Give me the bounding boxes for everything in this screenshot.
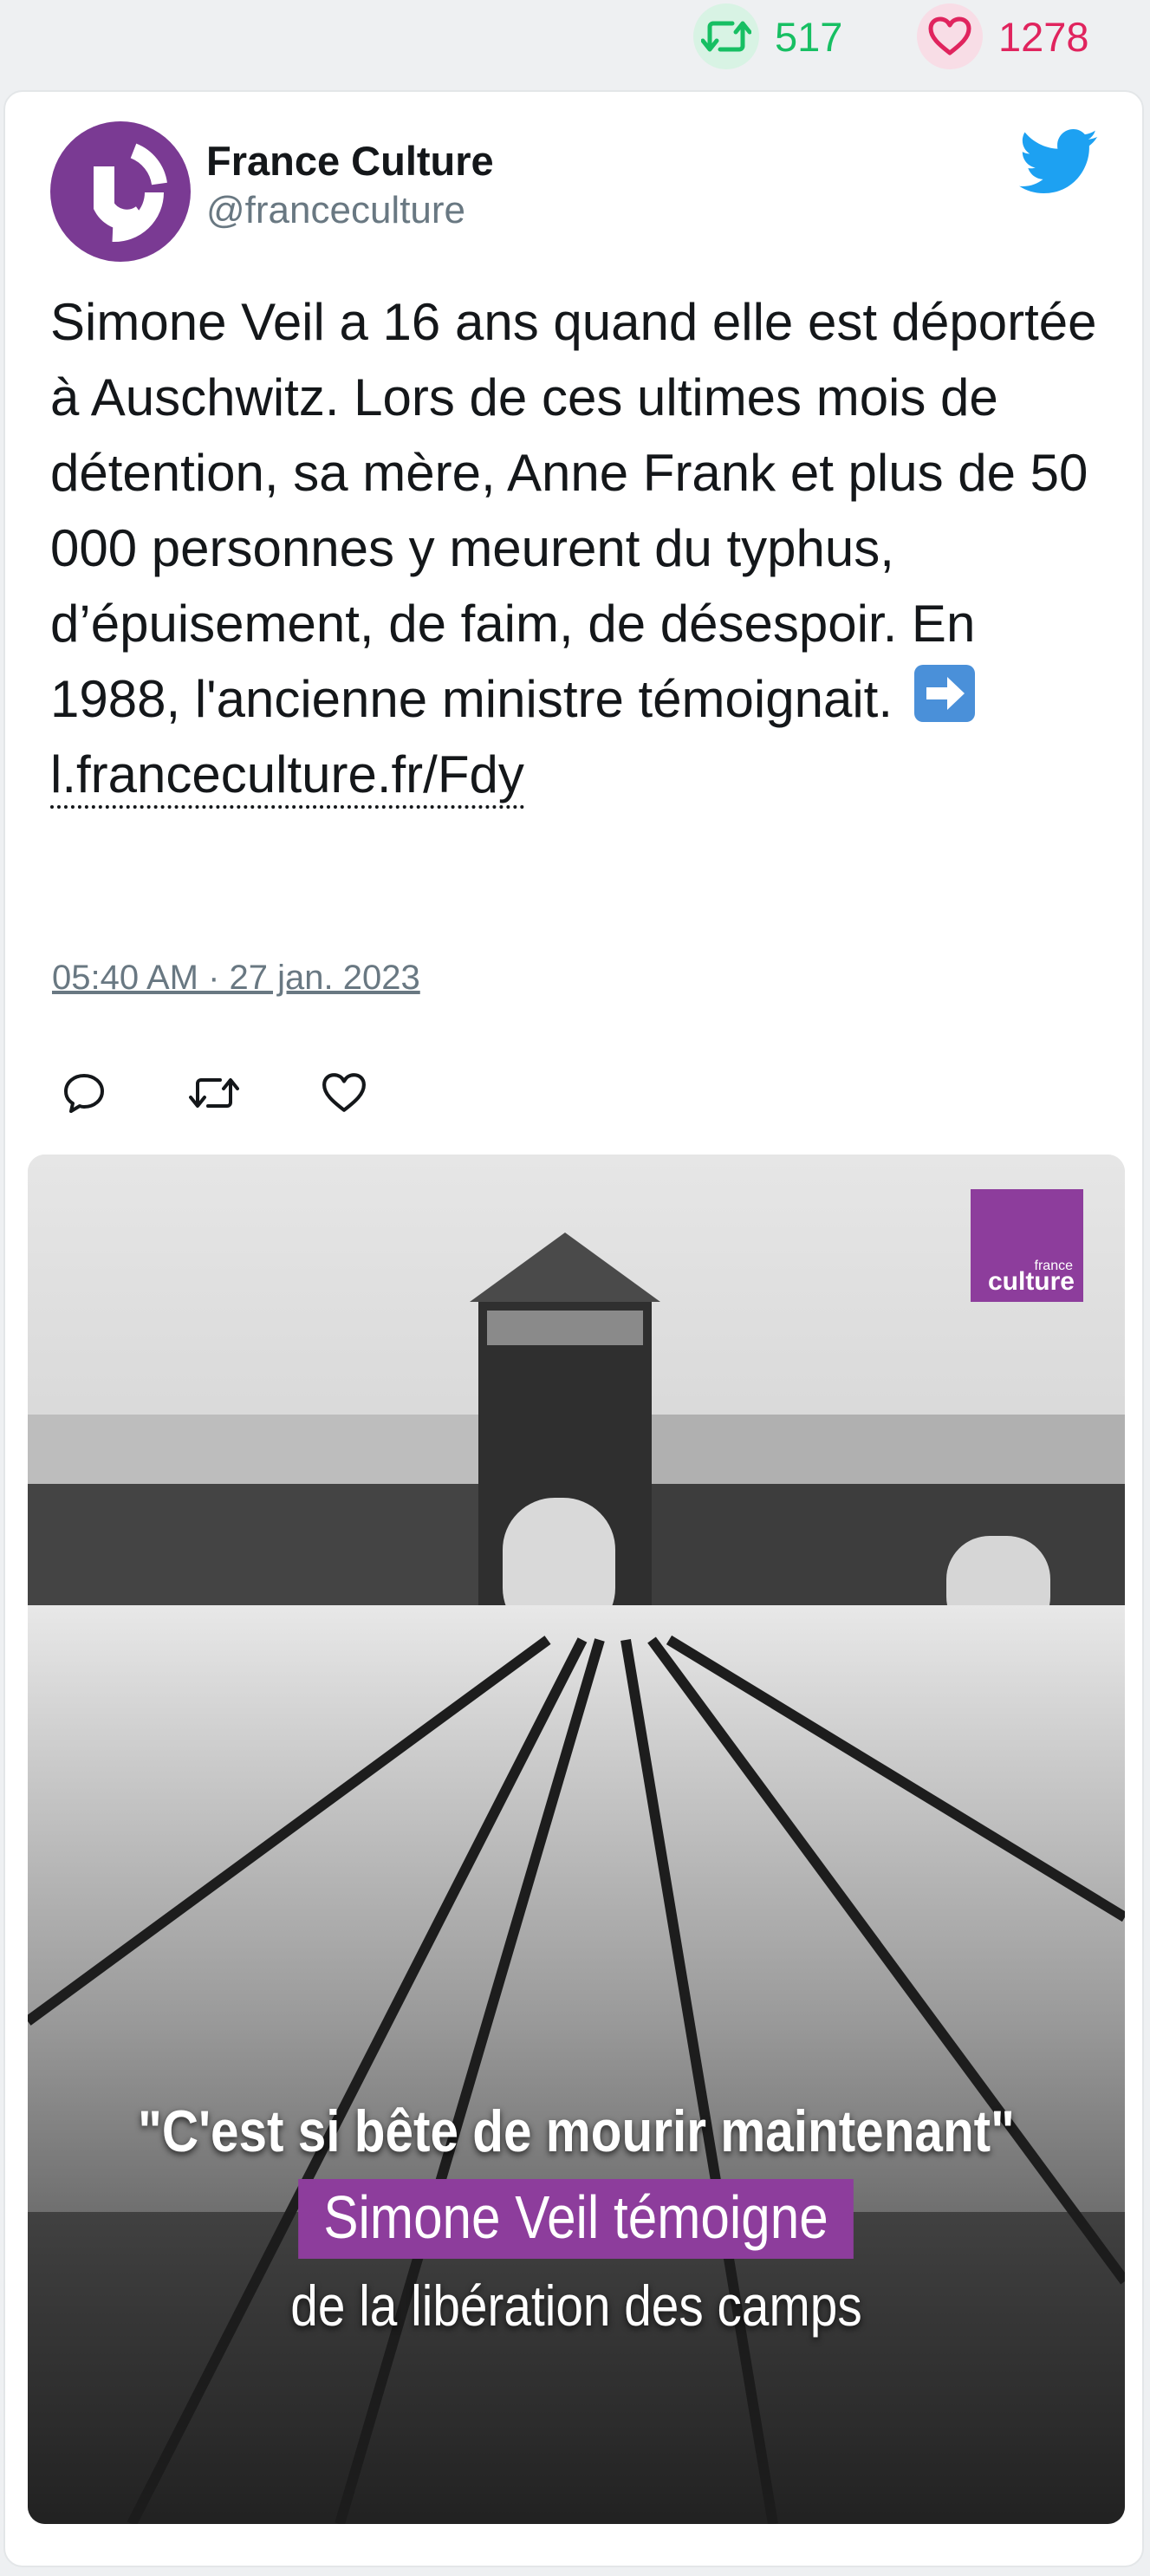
like-count[interactable]: 1278 [917,3,1089,69]
retweet-count-value: 517 [775,13,843,60]
tweet-card: France Culture @franceculture Simone Vei… [3,90,1144,2567]
tweet-link[interactable]: l.franceculture.fr/Fdy [50,745,524,809]
tweet-timestamp[interactable]: 05:40 AM · 27 jan. 2023 [52,959,420,998]
engagement-bar: 517 1278 [0,0,1150,87]
media-caption-subtitle: de la libération des camps [290,2274,862,2338]
author-handle[interactable]: @franceculture [206,189,465,232]
tweet-text: Simone Veil a 16 ans quand elle est dépo… [50,284,1108,812]
france-culture-logo: france culture [971,1189,1083,1302]
retweet-action-icon[interactable] [184,1063,244,1123]
reply-icon[interactable] [54,1063,114,1123]
media-caption-highlight: Simone Veil témoigne [298,2179,854,2259]
heart-icon [917,3,983,69]
avatar[interactable] [50,121,191,262]
retweet-count[interactable]: 517 [693,3,843,69]
retweet-icon [693,3,759,69]
twitter-bird-icon[interactable] [1019,128,1099,196]
media-caption-quote: "C'est si bête de mourir maintenant" [138,2098,1015,2164]
media-caption-highlight-wrap: Simone Veil témoigne [28,2179,1125,2259]
tweet-media-image[interactable]: france culture "C'est si bête de mourir … [28,1155,1125,2524]
like-count-value: 1278 [998,13,1089,60]
arrow-right-icon [913,665,975,722]
logo-big-text: culture [987,1267,1075,1296]
author-name[interactable]: France Culture [206,137,494,185]
like-action-icon[interactable] [314,1063,374,1123]
tweet-body: Simone Veil a 16 ans quand elle est dépo… [50,293,1097,728]
